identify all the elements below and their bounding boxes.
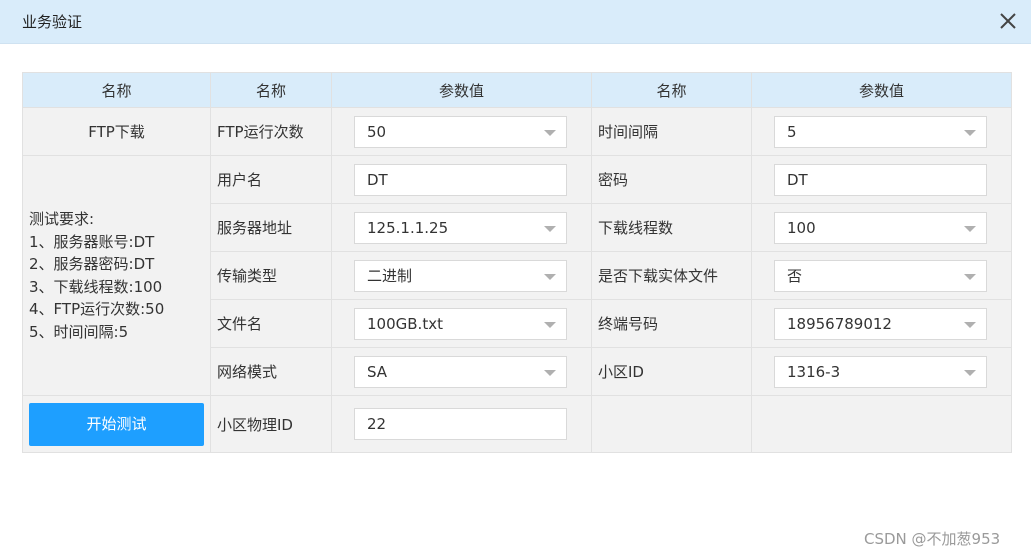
chevron-down-icon (544, 369, 556, 376)
time-interval-select[interactable]: 5 (774, 115, 987, 148)
requirement-item: 4、FTP运行次数:50 (29, 300, 165, 318)
cell-id-value: 1316-3 (787, 362, 841, 381)
download-entity-file-select[interactable]: 否 (774, 259, 987, 292)
chevron-down-icon (964, 369, 976, 376)
section-ftp-download: FTP下载 (22, 107, 211, 156)
transfer-type-value: 二进制 (367, 266, 413, 285)
table-header-row: 名称 名称 参数值 名称 参数值 (22, 72, 1012, 108)
time-interval-value: 5 (787, 122, 797, 141)
chevron-down-icon (544, 273, 556, 280)
header-value-2: 参数值 (751, 72, 1012, 108)
label-physical-cell-id: 小区物理ID (210, 395, 332, 453)
chevron-down-icon (544, 321, 556, 328)
dialog-title: 业务验证 (22, 13, 83, 31)
test-requirements: 测试要求: 1、服务器账号:DT 2、服务器密码:DT 3、下载线程数:100 … (22, 155, 211, 396)
transfer-type-select[interactable]: 二进制 (354, 259, 567, 292)
username-input[interactable]: DT (354, 163, 567, 196)
download-entity-file-value: 否 (787, 266, 803, 285)
cell-id-select[interactable]: 1316-3 (774, 355, 987, 388)
chevron-down-icon (544, 129, 556, 136)
requirement-item: 5、时间间隔:5 (29, 322, 129, 341)
label-network-mode: 网络模式 (210, 347, 332, 396)
label-download-threads: 下载线程数 (591, 203, 752, 252)
empty-cell (751, 395, 1012, 453)
label-file-name: 文件名 (210, 299, 332, 348)
requirements-title: 测试要求: (29, 210, 95, 228)
label-username: 用户名 (210, 155, 332, 204)
requirement-item: 1、服务器账号:DT (29, 232, 155, 251)
empty-cell (591, 395, 752, 453)
chevron-down-icon (964, 129, 976, 136)
chevron-down-icon (964, 225, 976, 232)
physical-cell-id-value: 22 (367, 415, 387, 433)
download-threads-value: 100 (787, 218, 816, 237)
label-server-address: 服务器地址 (210, 203, 332, 252)
server-address-value: 125.1.1.25 (367, 218, 449, 237)
terminal-number-select[interactable]: 18956789012 (774, 307, 987, 340)
requirement-item: 2、服务器密码:DT (29, 255, 155, 273)
ftp-run-count-select[interactable]: 50 (354, 115, 567, 148)
label-transfer-type: 传输类型 (210, 251, 332, 300)
watermark: CSDN @不加葱953 (864, 530, 1001, 548)
username-value: DT (367, 170, 388, 189)
label-ftp-run-count: FTP运行次数 (210, 107, 332, 156)
server-address-select[interactable]: 125.1.1.25 (354, 211, 567, 244)
chevron-down-icon (964, 321, 976, 328)
network-mode-select[interactable]: SA (354, 355, 567, 388)
label-cell-id: 小区ID (591, 347, 752, 396)
table-row: FTP下载 FTP运行次数 50 时间间隔 5 (22, 107, 1012, 156)
header-name-1: 名称 (22, 72, 211, 108)
dialog-titlebar: 业务验证 (0, 0, 1031, 44)
requirement-item: 3、下载线程数:100 (29, 277, 163, 296)
header-name-3: 名称 (591, 72, 752, 108)
chevron-down-icon (544, 225, 556, 232)
start-button-cell: 开始测试 (22, 395, 211, 453)
close-icon[interactable] (996, 9, 1020, 33)
physical-cell-id-input[interactable]: 22 (354, 408, 567, 440)
label-password: 密码 (591, 155, 752, 204)
label-time-interval: 时间间隔 (591, 107, 752, 156)
file-name-select[interactable]: 100GB.txt (354, 307, 567, 340)
header-value-1: 参数值 (331, 72, 592, 108)
label-terminal-number: 终端号码 (591, 299, 752, 348)
parameter-table: 名称 名称 参数值 名称 参数值 FTP下载 FTP运行次数 50 时间间隔 5… (22, 72, 1012, 453)
password-value: DT (787, 170, 808, 189)
file-name-value: 100GB.txt (367, 314, 443, 333)
chevron-down-icon (964, 273, 976, 280)
ftp-run-count-value: 50 (367, 122, 387, 141)
start-test-button[interactable]: 开始测试 (29, 402, 204, 446)
label-download-entity-file: 是否下载实体文件 (591, 251, 752, 300)
network-mode-value: SA (367, 362, 388, 381)
table-row: 开始测试 小区物理ID 22 (22, 395, 1012, 453)
header-name-2: 名称 (210, 72, 332, 108)
terminal-number-value: 18956789012 (787, 314, 892, 333)
password-input[interactable]: DT (774, 163, 987, 196)
table-row: 测试要求: 1、服务器账号:DT 2、服务器密码:DT 3、下载线程数:100 … (22, 155, 1012, 396)
download-threads-select[interactable]: 100 (774, 211, 987, 244)
